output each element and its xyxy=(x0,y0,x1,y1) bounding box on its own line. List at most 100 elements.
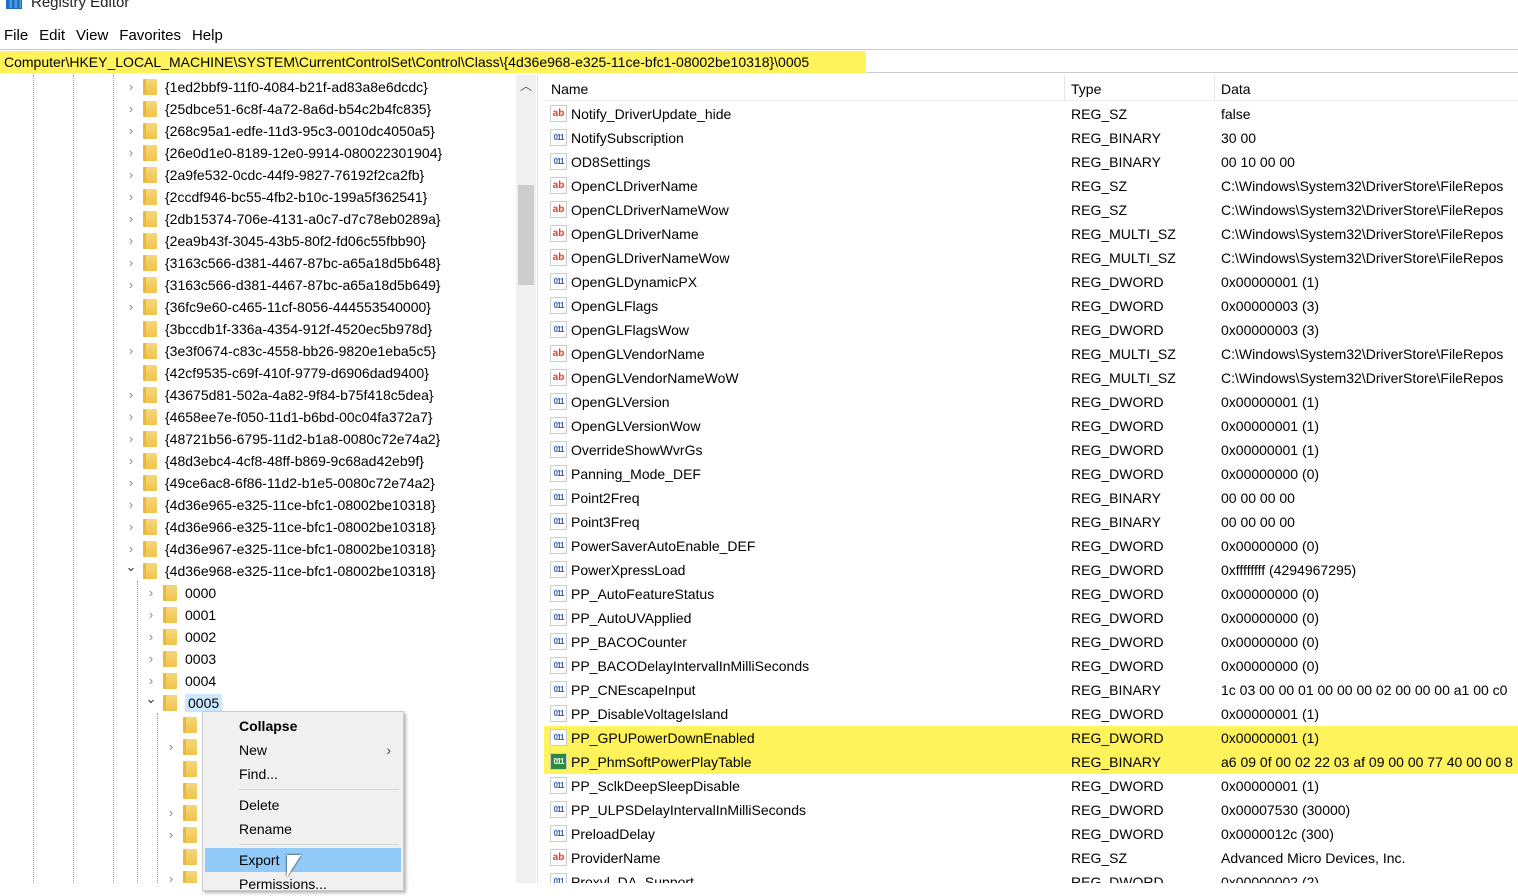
column-data[interactable]: Data xyxy=(1221,81,1251,97)
value-row[interactable]: ab OpenGLDriverName REG_MULTI_SZ C:\Windows… xyxy=(544,222,1518,246)
value-row[interactable]: 011 PP_BACOCounter REG_DWORD 0x00000000 (0) xyxy=(544,630,1518,654)
chevron-down-icon[interactable]: ⌄ xyxy=(145,692,157,709)
tree-item[interactable]: ⌄ {4d36e968-e325-11ce-bfc1-08002be10318} xyxy=(125,560,436,582)
address-bar[interactable]: Computer\HKEY_LOCAL_MACHINE\SYSTEM\Curre… xyxy=(0,49,1518,73)
chevron-down-icon[interactable]: ⌄ xyxy=(125,560,137,577)
tree-item[interactable]: › {4d36e967-e325-11ce-bfc1-08002be10318} xyxy=(125,538,436,560)
scroll-thumb[interactable] xyxy=(518,185,534,285)
column-divider[interactable] xyxy=(1214,75,1215,101)
menu-item-rename[interactable]: Rename xyxy=(205,817,401,841)
chevron-right-icon[interactable]: › xyxy=(125,80,137,93)
chevron-right-icon[interactable]: › xyxy=(145,608,157,621)
chevron-right-icon[interactable]: › xyxy=(125,124,137,137)
value-row[interactable]: ab ProviderName REG_SZ Advanced Micro Devic… xyxy=(544,846,1518,870)
column-divider[interactable] xyxy=(1064,75,1065,101)
tree-item[interactable]: › {2db15374-706e-4131-a0c7-d7c78eb0289a} xyxy=(125,208,441,230)
chevron-right-icon[interactable]: › xyxy=(125,278,137,291)
tree-item[interactable]: › {48d3ebc4-4cf8-48ff-b869-9c68ad42eb9f} xyxy=(125,450,424,472)
value-row[interactable]: 011 PP_DisableVoltageIsland REG_DWORD 0x000… xyxy=(544,702,1518,726)
chevron-right-icon[interactable]: › xyxy=(125,146,137,159)
chevron-right-icon[interactable]: › xyxy=(125,300,137,313)
value-row[interactable]: 011 PowerXpressLoad REG_DWORD 0xffffffff (4… xyxy=(544,558,1518,582)
chevron-right-icon[interactable]: › xyxy=(165,872,177,883)
chevron-right-icon[interactable]: › xyxy=(125,190,137,203)
tree-item[interactable]: › {2a9fe532-0cdc-44f9-9827-76192f2ca2fb} xyxy=(125,164,424,186)
tree-item[interactable]: › xyxy=(165,736,205,758)
menu-edit[interactable]: Edit xyxy=(34,25,70,47)
tree-item[interactable]: › 0004 xyxy=(145,670,216,692)
chevron-right-icon[interactable]: › xyxy=(145,674,157,687)
menu-help[interactable]: Help xyxy=(187,25,228,47)
value-row[interactable]: ab Notify_DriverUpdate_hide REG_SZ false xyxy=(544,102,1518,126)
menu-item-export[interactable]: Export xyxy=(205,848,401,872)
tree-item[interactable]: › xyxy=(165,824,205,846)
value-row[interactable]: 011 OD8Settings REG_BINARY 00 10 00 00 xyxy=(544,150,1518,174)
tree-item[interactable]: › {1ed2bbf9-11f0-4084-b21f-ad83a8e6dcdc} xyxy=(125,76,428,98)
value-row[interactable]: ab OpenCLDriverNameWow REG_SZ C:\Windows\Sy… xyxy=(544,198,1518,222)
value-row[interactable]: 011 OpenGLDynamicPX REG_DWORD 0x00000001 (1… xyxy=(544,270,1518,294)
value-row[interactable]: 011 PP_GPUPowerDownEnabled REG_DWORD 0x0000… xyxy=(544,726,1518,750)
chevron-right-icon[interactable]: › xyxy=(165,828,177,841)
tree-item[interactable]: › {2ea9b43f-3045-43b5-80f2-fd06c55fbb90} xyxy=(125,230,426,252)
chevron-right-icon[interactable]: › xyxy=(125,168,137,181)
chevron-right-icon[interactable]: › xyxy=(125,256,137,269)
menu-item-permissions[interactable]: Permissions... xyxy=(205,872,401,896)
tree-item[interactable]: › {26e0d1e0-8189-12e0-9914-080022301904} xyxy=(125,142,442,164)
value-row[interactable]: ab OpenGLVendorNameWoW REG_MULTI_SZ C:\Wind… xyxy=(544,366,1518,390)
tree-item[interactable]: › {4658ee7e-f050-11d1-b6bd-00c04fa372a7} xyxy=(125,406,433,428)
value-row[interactable]: 011 PP_ULPSDelayIntervalInMilliSeconds REG… xyxy=(544,798,1518,822)
chevron-right-icon[interactable]: › xyxy=(125,432,137,445)
value-row[interactable]: 011 PP_AutoFeatureStatus REG_DWORD 0x000000… xyxy=(544,582,1518,606)
tree-item[interactable]: › xyxy=(165,868,205,883)
chevron-right-icon[interactable]: › xyxy=(165,806,177,819)
tree-item[interactable]: › {268c95a1-edfe-11d3-95c3-0010dc4050a5} xyxy=(125,120,435,142)
column-name[interactable]: Name xyxy=(551,81,588,97)
chevron-right-icon[interactable]: › xyxy=(125,454,137,467)
address-path[interactable]: Computer\HKEY_LOCAL_MACHINE\SYSTEM\Curre… xyxy=(0,51,866,73)
value-row[interactable]: 011 OpenGLFlags REG_DWORD 0x00000003 (3) xyxy=(544,294,1518,318)
value-row[interactable]: ab OpenCLDriverName REG_SZ C:\Windows\Syste… xyxy=(544,174,1518,198)
value-row[interactable]: 011 PP_CNEscapeInput REG_BINARY 1c 03 00 00… xyxy=(544,678,1518,702)
tree-item[interactable]: › {25dbce51-6c8f-4a72-8a6d-b54c2b4fc835} xyxy=(125,98,431,120)
tree-item[interactable]: {3bccdb1f-336a-4354-912f-4520ec5b978d} xyxy=(125,318,432,340)
value-row[interactable]: 011 OverrideShowWvrGs REG_DWORD 0x00000001 … xyxy=(544,438,1518,462)
tree-scrollbar[interactable]: ︿ xyxy=(516,75,536,883)
tree-item[interactable]: › {3163c566-d381-4467-87bc-a65a18d5b648} xyxy=(125,252,441,274)
value-row[interactable]: 011 Point2Freq REG_BINARY 00 00 00 00 xyxy=(544,486,1518,510)
chevron-right-icon[interactable]: › xyxy=(125,234,137,247)
chevron-right-icon[interactable]: › xyxy=(125,212,137,225)
value-row[interactable]: 011 PP_SclkDeepSleepDisable REG_DWORD 0x000… xyxy=(544,774,1518,798)
value-row[interactable]: ab OpenGLDriverNameWow REG_MULTI_SZ C:\Wind… xyxy=(544,246,1518,270)
value-row[interactable]: 011 Panning_Mode_DEF REG_DWORD 0x00000000 (… xyxy=(544,462,1518,486)
tree-item[interactable]: › {3163c566-d381-4467-87bc-a65a18d5b649} xyxy=(125,274,441,296)
tree-item[interactable]: › {4d36e966-e325-11ce-bfc1-08002be10318} xyxy=(125,516,436,538)
value-row[interactable]: 011 NotifySubscription REG_BINARY 30 00 xyxy=(544,126,1518,150)
chevron-right-icon[interactable]: › xyxy=(145,586,157,599)
chevron-right-icon[interactable]: › xyxy=(125,102,137,115)
value-row[interactable]: 011 OpenGLVersionWow REG_DWORD 0x00000001 (… xyxy=(544,414,1518,438)
chevron-right-icon[interactable]: › xyxy=(125,542,137,555)
chevron-right-icon[interactable]: › xyxy=(145,652,157,665)
menu-item-collapse[interactable]: Collapse xyxy=(205,714,401,738)
value-row[interactable]: 011 PowerSaverAutoEnable_DEF REG_DWORD 0x00… xyxy=(544,534,1518,558)
tree-item[interactable]: › {2ccdf946-bc55-4fb2-b10c-199a5f362541} xyxy=(125,186,427,208)
tree-item[interactable]: {42cf9535-c69f-410f-9779-d6906dad9400} xyxy=(125,362,429,384)
chevron-right-icon[interactable]: › xyxy=(125,476,137,489)
tree-item[interactable]: › 0000 xyxy=(145,582,216,604)
tree-item[interactable]: › {48721b56-6795-11d2-b1a8-0080c72e74a2} xyxy=(125,428,440,450)
tree-item[interactable]: › {3e3f0674-c83c-4558-bb26-9820e1eba5c5} xyxy=(125,340,436,362)
column-type[interactable]: Type xyxy=(1071,81,1101,97)
chevron-right-icon[interactable]: › xyxy=(125,520,137,533)
tree-item[interactable] xyxy=(165,846,205,868)
value-row[interactable]: 011 PreloadDelay REG_DWORD 0x0000012c (300) xyxy=(544,822,1518,846)
tree-item[interactable]: › {4d36e965-e325-11ce-bfc1-08002be10318} xyxy=(125,494,436,516)
menu-view[interactable]: View xyxy=(71,25,113,47)
value-row[interactable]: 011 PP_PhmSoftPowerPlayTable REG_BINARY a6 … xyxy=(544,750,1518,774)
chevron-right-icon[interactable]: › xyxy=(145,630,157,643)
value-row[interactable]: 011 PP_BACODelayIntervalInMilliSeconds REG… xyxy=(544,654,1518,678)
value-row[interactable]: 011 Point3Freq REG_BINARY 00 00 00 00 xyxy=(544,510,1518,534)
menu-item-new[interactable]: New › xyxy=(205,738,401,762)
value-row[interactable]: ab OpenGLVendorName REG_MULTI_SZ C:\Windows… xyxy=(544,342,1518,366)
menu-favorites[interactable]: Favorites xyxy=(114,25,186,47)
tree-item[interactable]: › xyxy=(165,802,205,824)
